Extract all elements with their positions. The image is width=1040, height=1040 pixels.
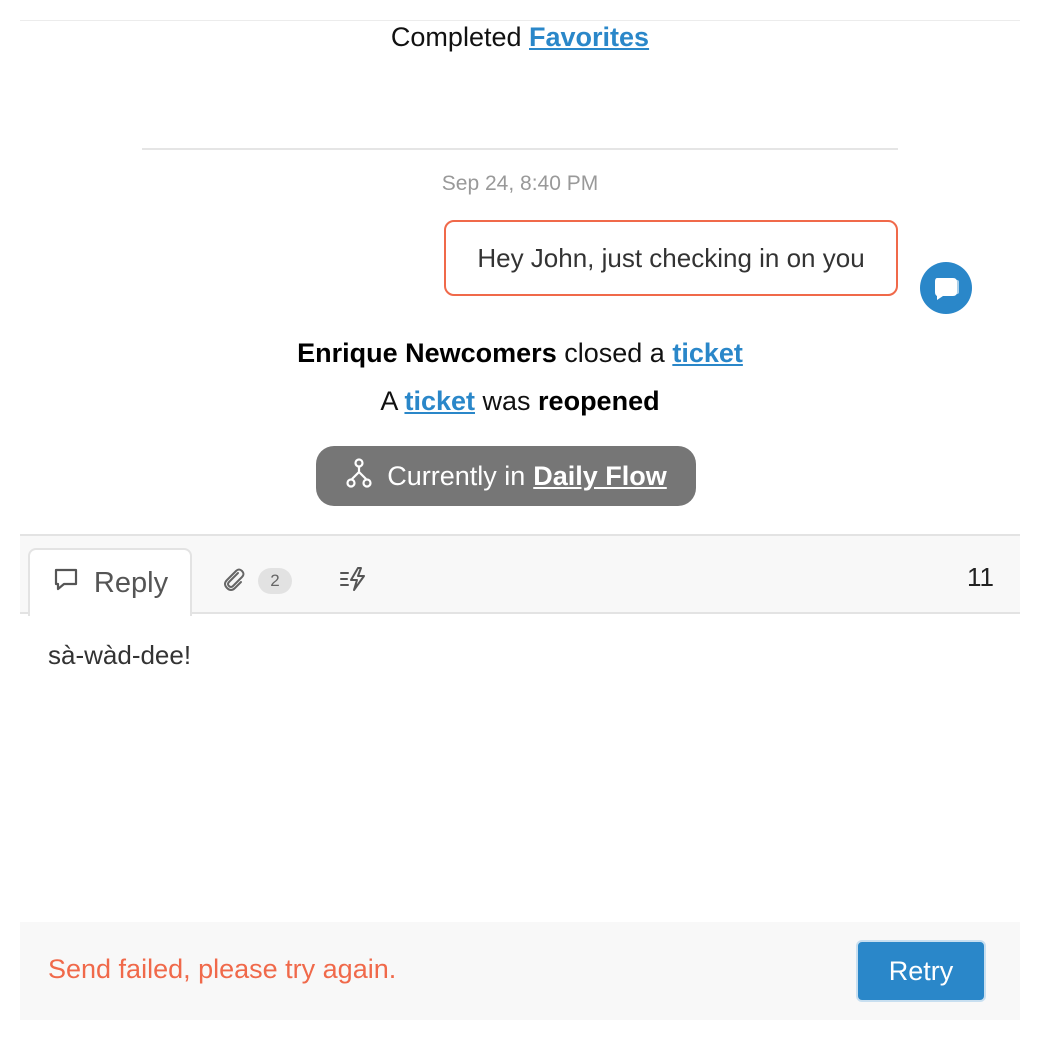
message-bubble: Hey John, just checking in on you (444, 220, 898, 296)
ticket-link[interactable]: ticket (672, 338, 743, 368)
lightning-macro-icon (338, 565, 368, 598)
tab-reply[interactable]: Reply (28, 548, 192, 616)
divider (142, 148, 898, 150)
actor-name: Enrique Newcomers (297, 338, 557, 368)
ticket-closed-activity: Enrique Newcomers closed a ticket (0, 338, 1040, 369)
completed-prefix: Completed (390, 22, 522, 52)
character-count: 11 (967, 562, 994, 592)
reopened-prefix: A (380, 386, 397, 416)
ticket-link[interactable]: ticket (404, 386, 475, 416)
tab-macros[interactable] (338, 564, 368, 598)
flow-prefix: Currently in (387, 460, 526, 491)
send-status-bar: Send failed, please try again. Retry (20, 922, 1020, 1020)
reply-text-editor[interactable]: sà-wàd-dee! (48, 640, 988, 671)
tab-attachments[interactable]: 2 (220, 564, 292, 598)
composer-tabbar: Reply 2 11 (20, 536, 1020, 616)
daily-flow-link[interactable]: Daily Flow (533, 461, 667, 492)
retry-button[interactable]: Retry (856, 940, 986, 1002)
conversation-view: Completed Favorites Sep 24, 8:40 PM Hey … (0, 0, 1040, 1040)
reopened-status: reopened (538, 386, 660, 416)
completed-activity: Completed Favorites (0, 22, 1040, 53)
message-text: Hey John, just checking in on you (477, 242, 865, 273)
send-error-message: Send failed, please try again. (48, 954, 397, 984)
closed-verb: closed a (564, 338, 665, 368)
paperclip-icon (220, 565, 248, 598)
reopened-verb: was (482, 386, 531, 416)
divider (20, 20, 1020, 21)
chat-bubble-icon (920, 262, 972, 314)
ticket-reopened-activity: A ticket was reopened (0, 386, 1040, 417)
current-flow-pill: Currently in Daily Flow (316, 446, 696, 506)
tab-reply-label: Reply (93, 566, 169, 599)
message-timestamp: Sep 24, 8:40 PM (441, 172, 599, 195)
reply-composer: Reply 2 11 sà-wàd-dee! (20, 534, 1020, 922)
reply-speech-icon (52, 565, 80, 601)
favorites-link[interactable]: Favorites (529, 22, 649, 52)
attachments-count-badge: 2 (258, 568, 292, 594)
flow-branch-icon (345, 457, 373, 496)
